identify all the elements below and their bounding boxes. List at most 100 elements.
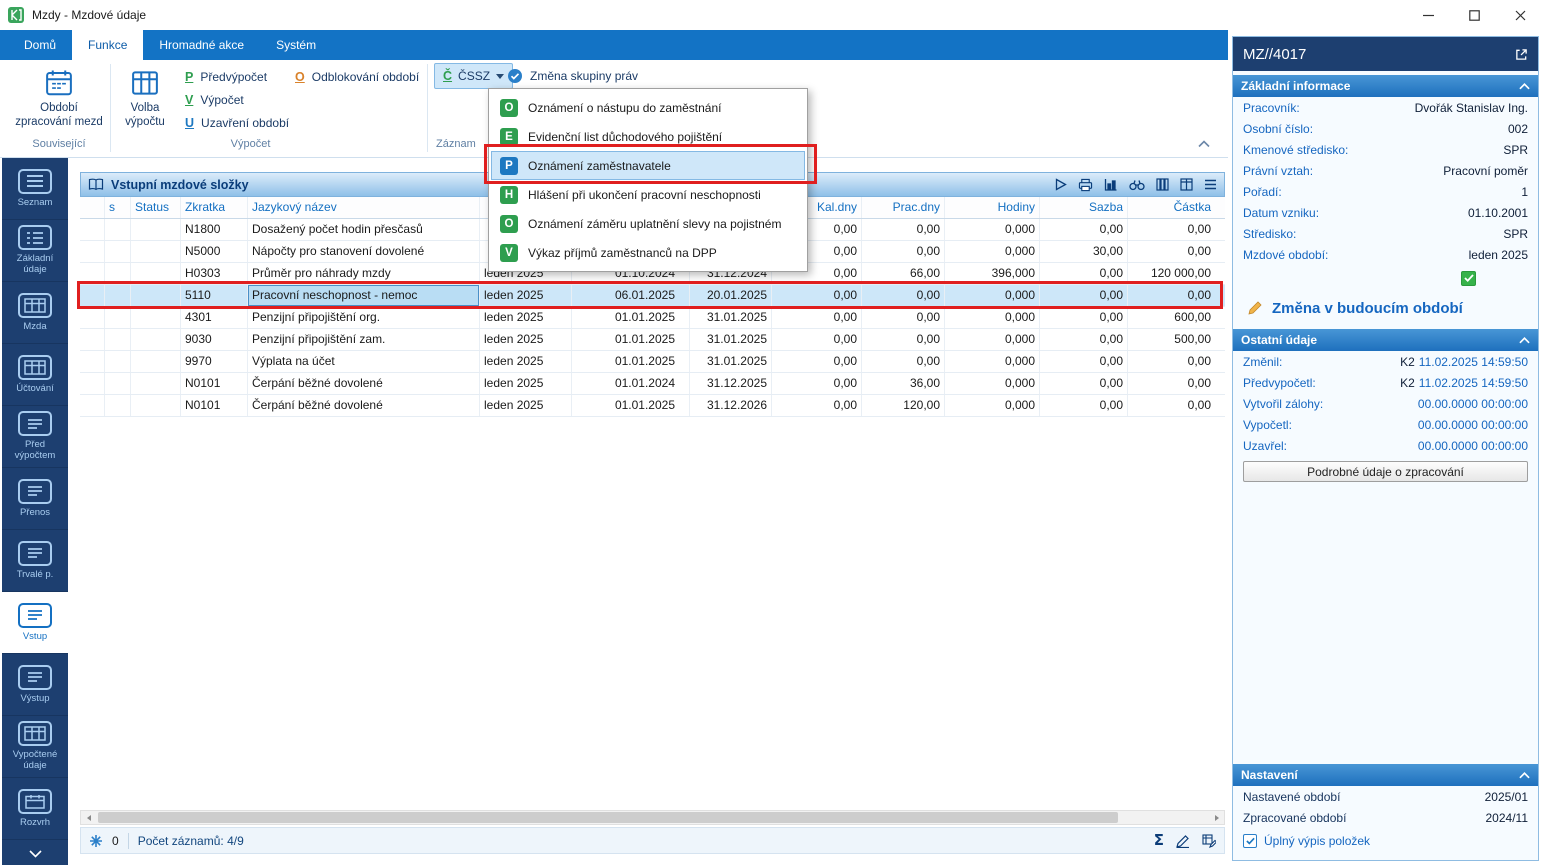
cell-s [105,263,131,284]
cards-icon[interactable] [1180,178,1193,191]
section-header-settings[interactable]: Nastavení [1233,764,1538,786]
change-rights-button[interactable]: Změna skupiny práv [502,65,643,87]
sidebar-item-vstup[interactable]: Vstup [2,592,68,654]
cell-castka: 500,00 [1174,332,1211,346]
cell-status [131,241,181,262]
future-period-change-link[interactable]: Změna v budoucím období [1233,291,1538,325]
details-button-row: Podrobné údaje o zpracování [1233,456,1538,487]
other-info-fields: Změnil: K2 11.02.2025 14:59:50 Předvypočetl… [1233,351,1538,456]
minimize-button[interactable] [1405,0,1451,30]
field-value: 2024/11 [1485,810,1529,825]
tab-funkce[interactable]: Funkce [72,30,144,60]
grid-edit-icon[interactable] [1202,833,1216,848]
cell-s [105,241,131,262]
button-label: Období zpracování mezd [15,102,103,129]
external-link-icon[interactable] [1515,48,1528,61]
menu-item-letter-icon: E [500,127,518,146]
menu-item-vykaz-prijmu-zamestnancu-na-dpp[interactable]: V Výkaz příjmů zaměstnanců na DPP [491,238,805,267]
menu-item-oznameni-zameru-uplatneni-slevy-na-pojistnem[interactable]: O Oznámení záměru uplatnění slevy na poji… [491,209,805,238]
column-header-s[interactable]: s [105,197,131,218]
close-button[interactable] [1497,0,1543,30]
cell-castka: 0,00 [1187,222,1211,236]
full-listing-checkbox[interactable] [1243,834,1257,848]
field-label: Zpracované období [1243,810,1347,825]
full-listing-row: Úplný výpis položek [1233,828,1538,854]
table-row-4301[interactable]: 4301 Penzijní připojištění org. leden 2025… [80,307,1225,329]
horizontal-scrollbar[interactable] [80,810,1225,825]
separator [127,832,129,849]
binoculars-icon[interactable] [1129,179,1145,191]
predvypocet-button[interactable]: P Předvýpočet [180,66,272,88]
run-icon[interactable] [1055,178,1067,191]
section-title: Ostatní údaje [1241,333,1318,347]
column-header-zkratka[interactable]: Zkratka [181,197,248,218]
cell-castka: 0,00 [1187,354,1211,368]
cell-ind [80,373,105,394]
edit-icon[interactable] [1176,834,1190,848]
menu-item-hlaseni-pri-ukonceni-pracovni-neschopnosti[interactable]: H Hlášení při ukončení pracovní neschopno… [491,180,805,209]
column-header-status[interactable]: Status [131,197,181,218]
scroll-left-icon[interactable] [81,811,96,824]
menu-item-oznameni-o-nastupu-do-zamestnani[interactable]: O Oznámení o nástupu do zaměstnání [491,93,805,122]
scrollbar-thumb[interactable] [98,812,1118,823]
column-header-jazykovy-nazev[interactable]: Jazykový název [248,197,480,218]
columns-icon[interactable] [1156,178,1169,191]
sidebar-item-trvale-p[interactable]: Trvalé p. [2,530,68,592]
chart-icon[interactable] [1104,178,1118,191]
menu-item-evidencni-list-duchodoveho-pojisteni[interactable]: E Evidenční list důchodového pojištění [491,122,805,151]
cell-hod: 0,000 [945,241,1040,262]
sidebar-item-prenos[interactable]: Přenos [2,468,68,530]
sidebar-item-uctovani[interactable]: Účtování [2,344,68,406]
table-row-5110[interactable]: 5110 Pracovní neschopnost - nemoc leden 20… [80,285,1225,307]
menu-item-label: Evidenční list důchodového pojištění [528,129,723,144]
sidebar-item-pred-vypoctem[interactable]: Před výpočtem [2,406,68,468]
unlock-period-button[interactable]: O Odblokování období [290,66,424,88]
cell-nazev: Penzijní připojištění zam. [248,329,480,350]
refresh-icon[interactable] [89,834,103,848]
sidebar-item-label: Mzda [23,320,47,332]
collapse-ribbon-icon[interactable] [1198,140,1210,148]
maximize-button[interactable] [1451,0,1497,30]
sidebar-item-vystup[interactable]: Výstup [2,654,68,716]
column-header-0[interactable] [80,197,105,218]
vypocet-button[interactable]: V Výpočet [180,89,249,111]
button-label: Předvýpočet [200,70,268,84]
cell-ind [80,241,105,262]
column-header-sazba[interactable]: Sazba [1040,197,1128,218]
table-row-n0101[interactable]: N0101 Čerpání běžné dovolené leden 2025 01.… [80,395,1225,417]
table-row-9970[interactable]: 9970 Výplata na účet leden 2025 01.01.2025 3… [80,351,1225,373]
sum-icon[interactable]: Σ [1154,833,1164,848]
tab-domu[interactable]: Domů [8,30,72,60]
column-header-prac-dny[interactable]: Prac.dny [862,197,945,218]
cell-kal: 0,00 [772,351,862,372]
print-icon[interactable] [1078,178,1093,192]
field-label: Kmenové středisko: [1243,142,1349,157]
sidebar-item-seznam[interactable]: Seznam [2,158,68,220]
column-header-hodiny[interactable]: Hodiny [945,197,1040,218]
sidebar-item-rozvrh[interactable]: Rozvrh [2,778,68,840]
table-row-9030[interactable]: 9030 Penzijní připojištění zam. leden 2025… [80,329,1225,351]
sidebar-item-vypoctene-udaje[interactable]: Vypočtené údaje [2,716,68,778]
checked-checkbox[interactable] [1461,270,1476,286]
sidebar-item-zakladni-udaje[interactable]: Základní údaje [2,220,68,282]
table-row-n0101[interactable]: N0101 Čerpání běžné dovolené leden 2025 01.… [80,373,1225,395]
column-header-castka[interactable]: Částka [1128,197,1215,218]
field-mzdove-obdobi: Mzdové období: leden 2025 [1233,244,1538,265]
uzavreni-obdobi-button[interactable]: U Uzavření období [180,112,294,134]
section-header-basic-info[interactable]: Základní informace [1233,75,1538,97]
processing-details-button[interactable]: Podrobné údaje o zpracování [1243,461,1528,482]
payroll-period-button[interactable]: Období zpracování mezd [12,64,106,138]
scroll-right-icon[interactable] [1209,811,1224,824]
calculation-choice-button[interactable]: Volba výpočtu [116,64,174,138]
tab-hromadne-akce[interactable]: Hromadné akce [143,30,260,60]
menu-item-oznameni-zamestnavatele[interactable]: P Oznámení zaměstnavatele [491,151,805,180]
sidebar-item-mzda[interactable]: Mzda [2,282,68,344]
menu-icon[interactable] [1204,179,1217,190]
sidebar-expand-icon[interactable] [2,843,68,865]
section-header-other-info[interactable]: Ostatní údaje [1233,329,1538,351]
sidebar: Seznam Základní údaje Mzda Účtování Před výp… [2,158,68,865]
field-value: 002 [1507,121,1528,136]
menu-item-letter-icon: O [500,98,518,117]
doc-icon [18,478,52,504]
tab-system[interactable]: Systém [260,30,332,60]
